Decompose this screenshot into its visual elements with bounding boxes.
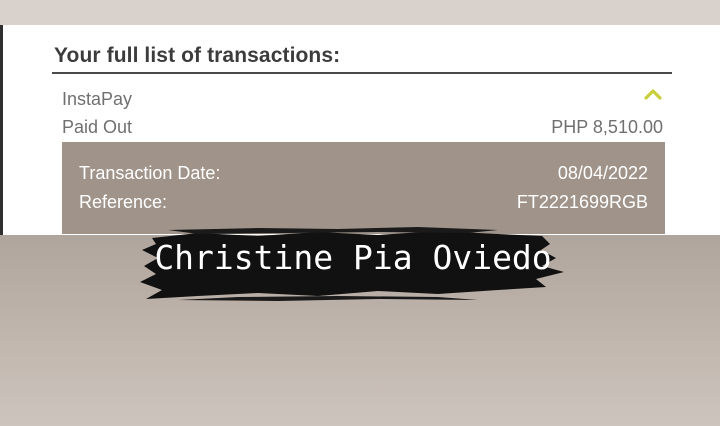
transaction-type: Paid Out — [62, 117, 133, 137]
name-caption: Christine Pia Oviedo — [154, 238, 552, 277]
transaction-details: Transaction Date: 08/04/2022 Reference: … — [62, 142, 665, 234]
top-background — [0, 0, 720, 25]
panel-left-border — [0, 25, 3, 235]
transaction-amount: PHP 8,510.00 — [551, 117, 663, 137]
reference-value: FT2221699RGB — [516, 192, 648, 212]
heading-divider — [52, 72, 672, 74]
reference-label: Reference: — [79, 192, 168, 212]
transaction-name: InstaPay — [62, 89, 133, 109]
chevron-up-icon[interactable] — [644, 88, 662, 100]
transaction-date-value: 08/04/2022 — [557, 163, 648, 183]
transaction-date-label: Transaction Date: — [79, 163, 221, 183]
transactions-heading: Your full list of transactions: — [54, 44, 341, 67]
